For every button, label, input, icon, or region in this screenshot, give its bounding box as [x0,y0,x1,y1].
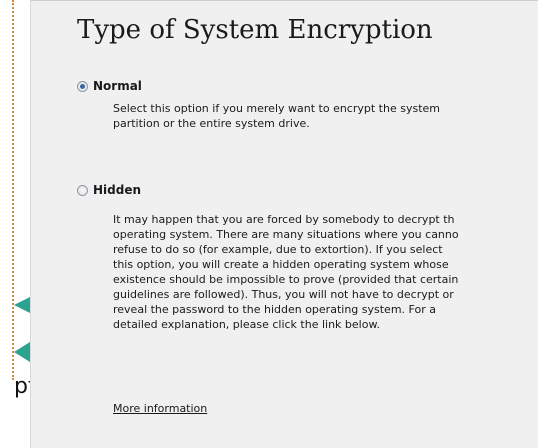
radio-option-hidden[interactable]: Hidden [77,183,141,197]
more-information-link[interactable]: More information [113,402,207,415]
page-title: Type of System Encryption [77,15,433,45]
radio-normal-label[interactable]: Normal [93,79,142,93]
normal-desc-line: partition or the entire system drive. [113,117,310,130]
normal-desc-line: Select this option if you merely want to… [113,102,440,115]
radio-normal[interactable] [77,80,88,92]
hidden-desc-line: existence should be impossible to prove … [113,273,459,286]
radio-hidden[interactable] [77,184,88,196]
hidden-desc-line: operating system. There are many situati… [113,228,459,241]
hidden-desc-line: guidelines are followed). Thus, you will… [113,288,454,301]
radio-option-normal[interactable]: Normal [77,79,142,93]
hidden-desc-line: It may happen that you are forced by som… [113,213,455,226]
hidden-description: It may happen that you are forced by som… [113,212,459,332]
wizard-banner: pt [0,0,34,448]
wizard-content: Type of System Encryption Normal Select … [30,0,538,448]
wizard-window: pt Type of System Encryption Normal Sele… [0,0,538,448]
banner-graphic-bottom [14,342,30,362]
hidden-desc-line: this option, you will create a hidden op… [113,258,449,271]
hidden-desc-line: refuse to do so (for example, due to ext… [113,243,443,256]
hidden-desc-line: detailed explanation, please click the l… [113,318,380,331]
hidden-desc-line: reveal the password to the hidden operat… [113,303,436,316]
radio-hidden-label[interactable]: Hidden [93,183,141,197]
banner-border [12,0,14,380]
normal-description: Select this option if you merely want to… [113,101,440,131]
banner-graphic-top [14,297,30,313]
